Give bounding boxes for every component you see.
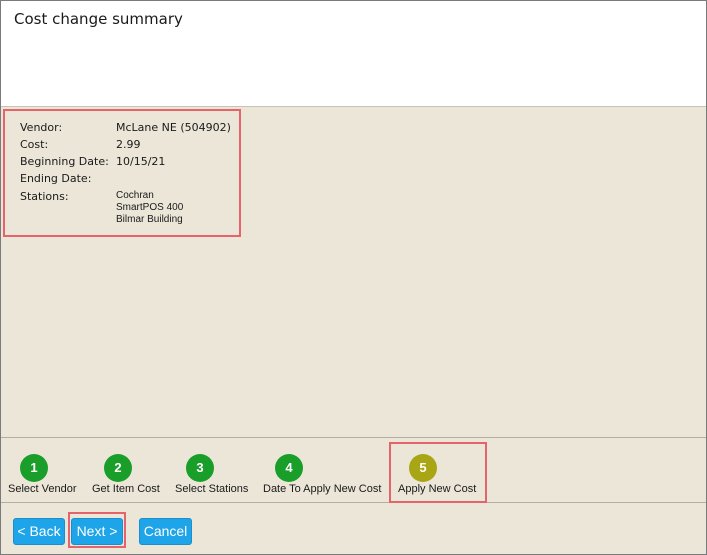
beginning-date-value: 10/15/21	[116, 155, 166, 168]
beginning-date-label: Beginning Date:	[20, 155, 109, 168]
vendor-value: McLane NE (504902)	[116, 121, 231, 134]
step-2-circle: 2	[104, 454, 132, 482]
ending-date-label: Ending Date:	[20, 172, 92, 185]
page-title: Cost change summary	[14, 10, 183, 28]
step-3-label: Select Stations	[175, 483, 249, 495]
stations-label: Stations:	[20, 190, 69, 203]
step-5-circle: 5	[409, 454, 437, 482]
back-button[interactable]: < Back	[13, 518, 65, 545]
step-4-circle: 4	[275, 454, 303, 482]
vendor-label: Vendor:	[20, 121, 63, 134]
step-1-circle: 1	[20, 454, 48, 482]
step-2-label: Get Item Cost	[92, 483, 160, 495]
next-button[interactable]: Next >	[71, 518, 123, 545]
station-item: Bilmar Building	[116, 214, 183, 225]
cancel-button[interactable]: Cancel	[139, 518, 192, 545]
step-4-label: Date To Apply New Cost	[263, 483, 382, 495]
cost-summary-box: Vendor: McLane NE (504902) Cost: 2.99 Be…	[3, 109, 241, 237]
wizard-window: Cost change summary Vendor: McLane NE (5…	[0, 0, 707, 555]
step-1-label: Select Vendor	[8, 483, 77, 495]
step-3-circle: 3	[186, 454, 214, 482]
station-item: Cochran	[116, 190, 154, 201]
cost-value: 2.99	[116, 138, 141, 151]
step-5-label: Apply New Cost	[398, 483, 477, 495]
wizard-steps: 1 Select Vendor 2 Get Item Cost 3 Select…	[1, 437, 706, 503]
cost-label: Cost:	[20, 138, 49, 151]
stations-list: Cochran SmartPOS 400 Bilmar Building	[116, 190, 183, 226]
header-panel: Cost change summary	[1, 1, 706, 107]
station-item: SmartPOS 400	[116, 202, 184, 213]
